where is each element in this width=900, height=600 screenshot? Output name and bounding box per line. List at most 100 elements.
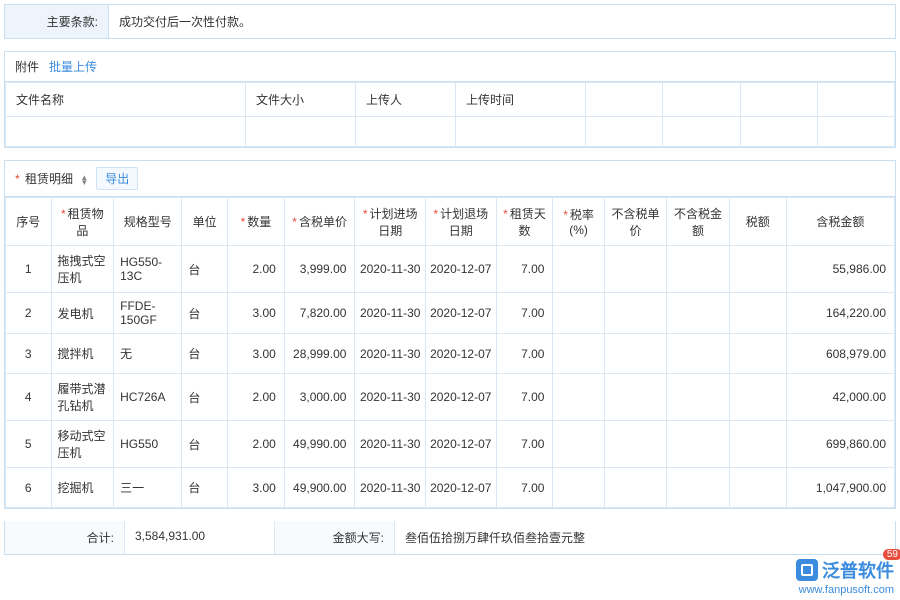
cell-tax_rate <box>553 421 604 468</box>
cn-amount-value: 叁佰伍拾捌万肆仟玖佰叁拾壹元整 <box>395 521 895 554</box>
cell-plan_out: 2020-12-07 <box>425 468 496 508</box>
brand-logo-icon <box>796 559 818 581</box>
col-plan-out[interactable]: *计划退场日期 <box>425 198 496 246</box>
watermark: 泛普软件 59 www.fanpusoft.com <box>796 557 894 596</box>
brand-name: 泛普软件 <box>822 557 894 583</box>
col-amount-ex[interactable]: 不含税金额 <box>667 198 730 246</box>
cell-tax_rate <box>553 246 604 293</box>
sort-icon[interactable]: ▲▼ <box>80 175 88 185</box>
grid-scroll[interactable]: 序号 *租赁物品 规格型号 单位 *数量 *含税单价 *计划进场日期 *计划退场… <box>5 197 895 508</box>
cell-days: 7.00 <box>496 421 553 468</box>
cell-spec: HC726A <box>114 374 182 421</box>
cell-price: 49,990.00 <box>284 421 355 468</box>
col-tax[interactable]: 税额 <box>729 198 786 246</box>
cell-qty: 2.00 <box>227 374 284 421</box>
export-button[interactable]: 导出 <box>96 167 138 190</box>
cell-days: 7.00 <box>496 293 553 334</box>
cell-amount: 608,979.00 <box>786 334 894 374</box>
cell-item: 移动式空压机 <box>51 421 114 468</box>
cell-tax <box>729 421 786 468</box>
cell-qty: 3.00 <box>227 293 284 334</box>
col-item[interactable]: *租赁物品 <box>51 198 114 246</box>
cell-tax <box>729 293 786 334</box>
terms-label: 主要条款: <box>5 5 109 38</box>
col-filesize: 文件大小 <box>246 83 356 117</box>
col-unit[interactable]: 单位 <box>182 198 228 246</box>
cell-seq: 4 <box>6 374 52 421</box>
cell-spec: 无 <box>114 334 182 374</box>
cell-amount_ex <box>667 421 730 468</box>
batch-upload-link[interactable]: 批量上传 <box>49 58 97 75</box>
col-filename: 文件名称 <box>6 83 246 117</box>
table-row[interactable]: 5移动式空压机HG550台2.0049,990.002020-11-302020… <box>6 421 895 468</box>
col-empty <box>586 83 663 117</box>
detail-title-wrap: * 租赁明细 ▲▼ <box>15 170 88 187</box>
cell-spec: HG550-13C <box>114 246 182 293</box>
cell-tax_rate <box>553 334 604 374</box>
table-row[interactable]: 6挖掘机三一台3.0049,900.002020-11-302020-12-07… <box>6 468 895 508</box>
col-amount[interactable]: 含税金额 <box>786 198 894 246</box>
cell-item: 搅拌机 <box>51 334 114 374</box>
cell-plan_in: 2020-11-30 <box>355 374 426 421</box>
cell-amount: 42,000.00 <box>786 374 894 421</box>
grid-header-row: 序号 *租赁物品 规格型号 单位 *数量 *含税单价 *计划进场日期 *计划退场… <box>6 198 895 246</box>
cell-qty: 3.00 <box>227 334 284 374</box>
col-spec[interactable]: 规格型号 <box>114 198 182 246</box>
cn-amount-label: 金额大写: <box>275 521 395 554</box>
cell-plan_out: 2020-12-07 <box>425 421 496 468</box>
cell-item: 拖拽式空压机 <box>51 246 114 293</box>
col-price[interactable]: *含税单价 <box>284 198 355 246</box>
terms-row: 主要条款: 成功交付后一次性付款。 <box>5 5 895 38</box>
col-empty <box>663 83 740 117</box>
cell-days: 7.00 <box>496 246 553 293</box>
detail-header: * 租赁明细 ▲▼ 导出 <box>5 161 895 197</box>
col-empty <box>740 83 817 117</box>
col-uploader: 上传人 <box>356 83 456 117</box>
cell-tax <box>729 374 786 421</box>
attachments-table: 文件名称 文件大小 上传人 上传时间 <box>5 82 895 147</box>
table-row[interactable]: 3搅拌机无台3.0028,999.002020-11-302020-12-077… <box>6 334 895 374</box>
table-row[interactable]: 1拖拽式空压机HG550-13C台2.003,999.002020-11-302… <box>6 246 895 293</box>
cell-spec: HG550 <box>114 421 182 468</box>
col-days[interactable]: *租赁天数 <box>496 198 553 246</box>
attachments-header-row: 文件名称 文件大小 上传人 上传时间 <box>6 83 895 117</box>
cell-price: 7,820.00 <box>284 293 355 334</box>
cell-seq: 6 <box>6 468 52 508</box>
cell-price_ex <box>604 293 667 334</box>
attachments-panel: 附件 批量上传 文件名称 文件大小 上传人 上传时间 <box>4 51 896 148</box>
cell-tax_rate <box>553 293 604 334</box>
cell-tax <box>729 246 786 293</box>
cell-plan_in: 2020-11-30 <box>355 421 426 468</box>
cell-qty: 2.00 <box>227 421 284 468</box>
total-label: 合计: <box>5 521 125 554</box>
table-row[interactable]: 4履带式潜孔钻机HC726A台2.003,000.002020-11-30202… <box>6 374 895 421</box>
cell-amount_ex <box>667 468 730 508</box>
cell-item: 挖掘机 <box>51 468 114 508</box>
col-qty[interactable]: *数量 <box>227 198 284 246</box>
col-tax-rate[interactable]: *税率(%) <box>553 198 604 246</box>
cell-qty: 3.00 <box>227 468 284 508</box>
cell-price_ex <box>604 374 667 421</box>
cell-item: 履带式潜孔钻机 <box>51 374 114 421</box>
detail-panel: * 租赁明细 ▲▼ 导出 序号 *租赁物品 规格型号 单位 *数量 *含税单价 … <box>4 160 896 509</box>
cell-price: 3,000.00 <box>284 374 355 421</box>
cell-seq: 2 <box>6 293 52 334</box>
col-plan-in[interactable]: *计划进场日期 <box>355 198 426 246</box>
cell-amount_ex <box>667 334 730 374</box>
cell-amount_ex <box>667 246 730 293</box>
cell-days: 7.00 <box>496 334 553 374</box>
detail-grid: 序号 *租赁物品 规格型号 单位 *数量 *含税单价 *计划进场日期 *计划退场… <box>5 197 895 508</box>
terms-panel: 主要条款: 成功交付后一次性付款。 <box>4 4 896 39</box>
col-seq[interactable]: 序号 <box>6 198 52 246</box>
cell-plan_in: 2020-11-30 <box>355 468 426 508</box>
cell-amount: 699,860.00 <box>786 421 894 468</box>
cell-spec: FFDE-150GF <box>114 293 182 334</box>
cell-plan_in: 2020-11-30 <box>355 293 426 334</box>
cell-unit: 台 <box>182 468 228 508</box>
cell-price_ex <box>604 468 667 508</box>
cell-unit: 台 <box>182 334 228 374</box>
cell-tax <box>729 334 786 374</box>
col-price-ex[interactable]: 不含税单价 <box>604 198 667 246</box>
table-row[interactable]: 2发电机FFDE-150GF台3.007,820.002020-11-30202… <box>6 293 895 334</box>
cell-amount_ex <box>667 374 730 421</box>
